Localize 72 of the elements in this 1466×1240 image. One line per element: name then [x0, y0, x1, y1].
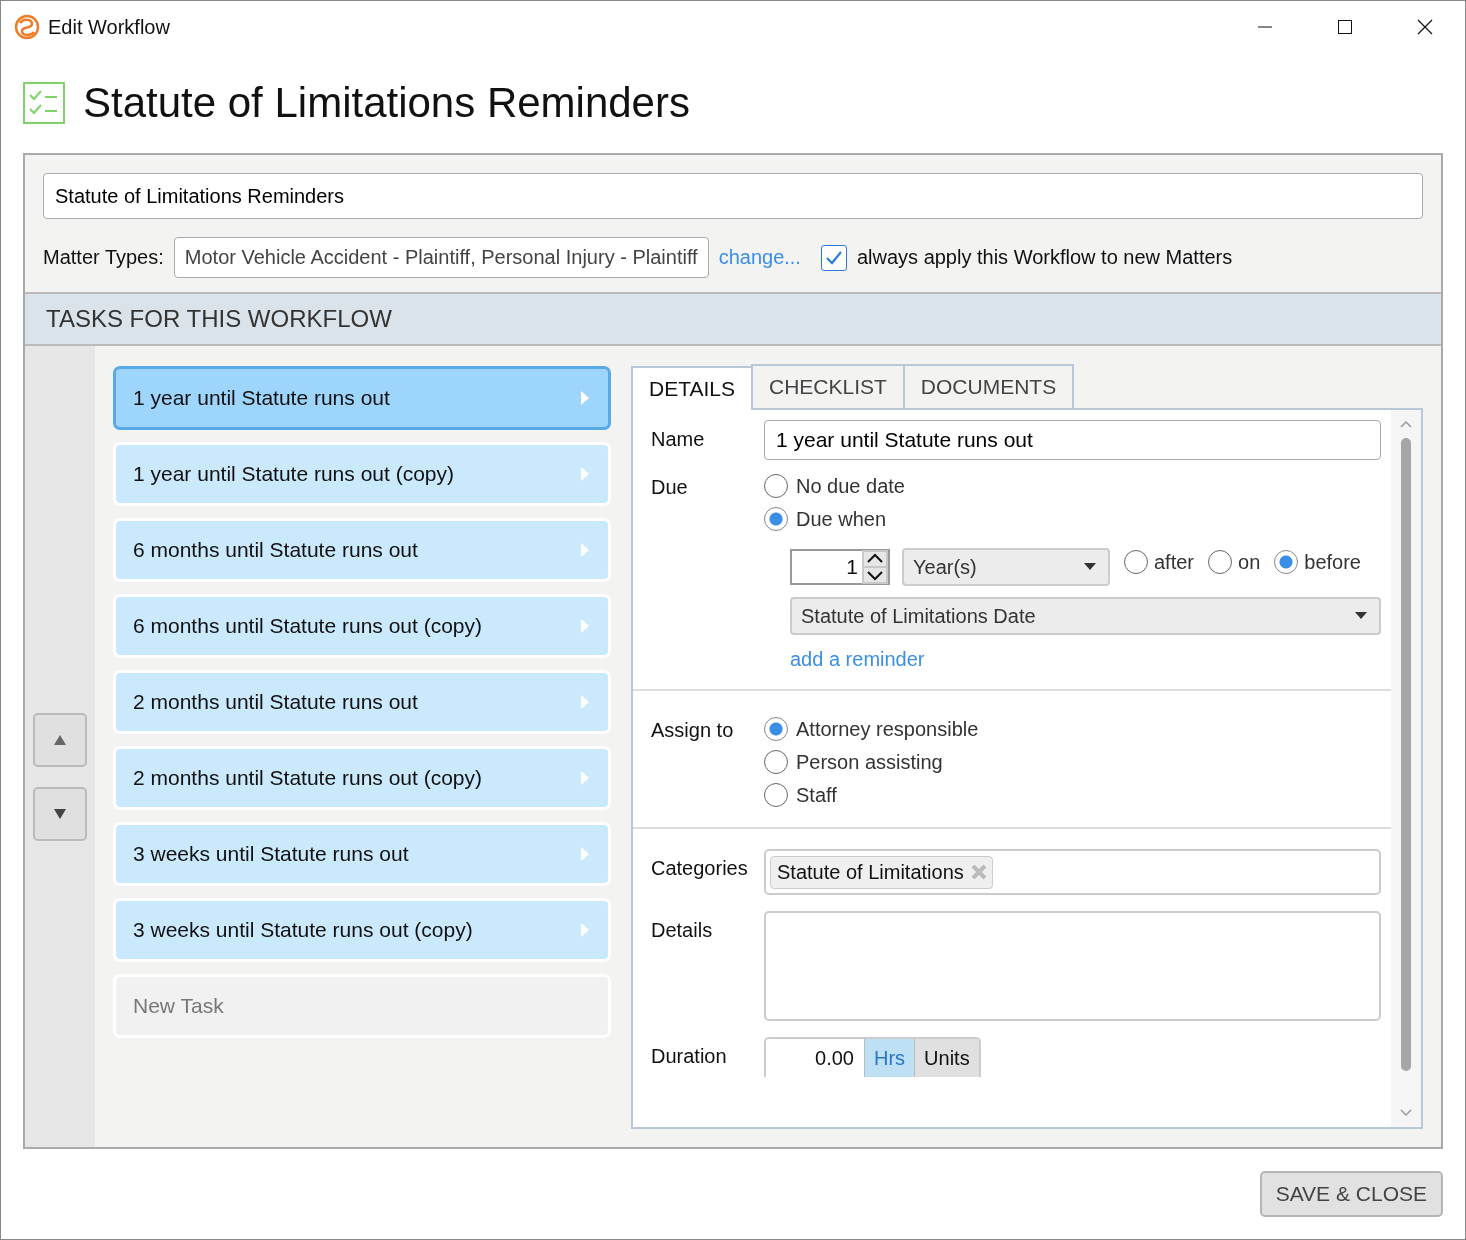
details-field[interactable]: [764, 911, 1381, 1021]
right-triangle-icon: [580, 694, 590, 710]
checklist-icon: [23, 82, 65, 124]
task-label: 1 year until Statute runs out (copy): [133, 462, 454, 486]
save-close-button[interactable]: SAVE & CLOSE: [1259, 1171, 1443, 1217]
duration-label: Duration: [651, 1044, 728, 1069]
assign-to-label: Assign to: [651, 718, 735, 743]
task-label: 3 weeks until Statute runs out: [133, 842, 409, 866]
task-item[interactable]: 1 year until Statute runs out: [113, 366, 611, 430]
page-title: Statute of Limitations Reminders: [83, 79, 690, 127]
task-label: 2 months until Statute runs out (copy): [133, 766, 482, 790]
window-title: Edit Workflow: [48, 15, 170, 39]
move-up-button[interactable]: [33, 712, 87, 767]
tab[interactable]: DOCUMENTS: [902, 364, 1075, 408]
task-label: 3 weeks until Statute runs out (copy): [133, 918, 473, 942]
due-radio[interactable]: No due date: [764, 472, 905, 500]
close-icon[interactable]: [1417, 19, 1433, 35]
matter-types-field[interactable]: Motor Vehicle Accident - Plaintiff, Personal Injury - Plaintiff: [173, 237, 709, 278]
relation-radio[interactable]: on: [1208, 548, 1261, 576]
scrollbar[interactable]: [1391, 410, 1421, 1127]
caret-icon: [1084, 563, 1096, 571]
categories-label: Categories: [651, 856, 749, 881]
relation-radio[interactable]: before: [1274, 548, 1361, 576]
assign-radio[interactable]: Person assisting: [764, 748, 943, 776]
relation-radio[interactable]: after: [1124, 548, 1195, 576]
down-triangle-icon: [53, 807, 67, 820]
new-task-field[interactable]: New Task: [113, 974, 611, 1038]
right-triangle-icon: [580, 922, 590, 938]
up-chevron-icon[interactable]: [1400, 420, 1412, 428]
tag-label: Statute of Limitations: [777, 860, 964, 884]
remove-icon[interactable]: [969, 863, 988, 881]
date-field-dropdown[interactable]: Statute of Limitations Date: [790, 597, 1381, 635]
details-label: Details: [651, 918, 714, 943]
task-item[interactable]: 2 months until Statute runs out (copy): [113, 746, 611, 810]
workflow-name-field[interactable]: Statute of Limitations Reminders: [43, 173, 1423, 219]
task-item[interactable]: 2 months until Statute runs out: [113, 670, 611, 734]
matter-types-label: Matter Types:: [43, 246, 164, 269]
task-item[interactable]: 6 months until Statute runs out: [113, 518, 611, 582]
assign-radio[interactable]: Staff: [764, 781, 837, 809]
right-triangle-icon: [580, 466, 590, 482]
task-label: 6 months until Statute runs out (copy): [133, 614, 482, 638]
maximize-icon[interactable]: [1337, 19, 1353, 35]
assign-radio[interactable]: Attorney responsible: [764, 715, 979, 743]
always-apply-checkbox[interactable]: [820, 244, 847, 271]
move-down-button[interactable]: [33, 786, 87, 841]
task-label: 1 year until Statute runs out: [133, 386, 390, 410]
interval-spinbox[interactable]: 1: [790, 549, 890, 585]
right-triangle-icon: [580, 390, 590, 406]
right-triangle-icon: [580, 846, 590, 862]
categories-field[interactable]: Statute of Limitations: [764, 849, 1381, 895]
tab[interactable]: DETAILS: [631, 366, 753, 410]
name-label: Name: [651, 427, 706, 452]
spinner-arrows-icon: [862, 550, 888, 584]
due-label: Due: [651, 475, 689, 500]
task-item[interactable]: 3 weeks until Statute runs out (copy): [113, 898, 611, 962]
name-field[interactable]: 1 year until Statute runs out: [764, 420, 1381, 460]
section-header: TASKS FOR THIS WORKFLOW: [25, 292, 1441, 346]
right-triangle-icon: [580, 542, 590, 558]
app-logo-icon: [14, 14, 40, 40]
up-triangle-icon: [53, 733, 67, 746]
task-item[interactable]: 3 weeks until Statute runs out: [113, 822, 611, 886]
task-item[interactable]: 1 year until Statute runs out (copy): [113, 442, 611, 506]
right-triangle-icon: [580, 618, 590, 634]
down-chevron-icon[interactable]: [1400, 1109, 1412, 1117]
unit-dropdown[interactable]: Year(s): [902, 548, 1110, 586]
right-triangle-icon: [580, 770, 590, 786]
task-item[interactable]: 6 months until Statute runs out (copy): [113, 594, 611, 658]
caret-icon: [1355, 612, 1367, 620]
due-radio[interactable]: Due when: [764, 505, 887, 533]
always-apply-label: always apply this Workflow to new Matters: [856, 246, 1233, 269]
task-label: 6 months until Statute runs out: [133, 538, 418, 562]
task-label: 2 months until Statute runs out: [133, 690, 418, 714]
